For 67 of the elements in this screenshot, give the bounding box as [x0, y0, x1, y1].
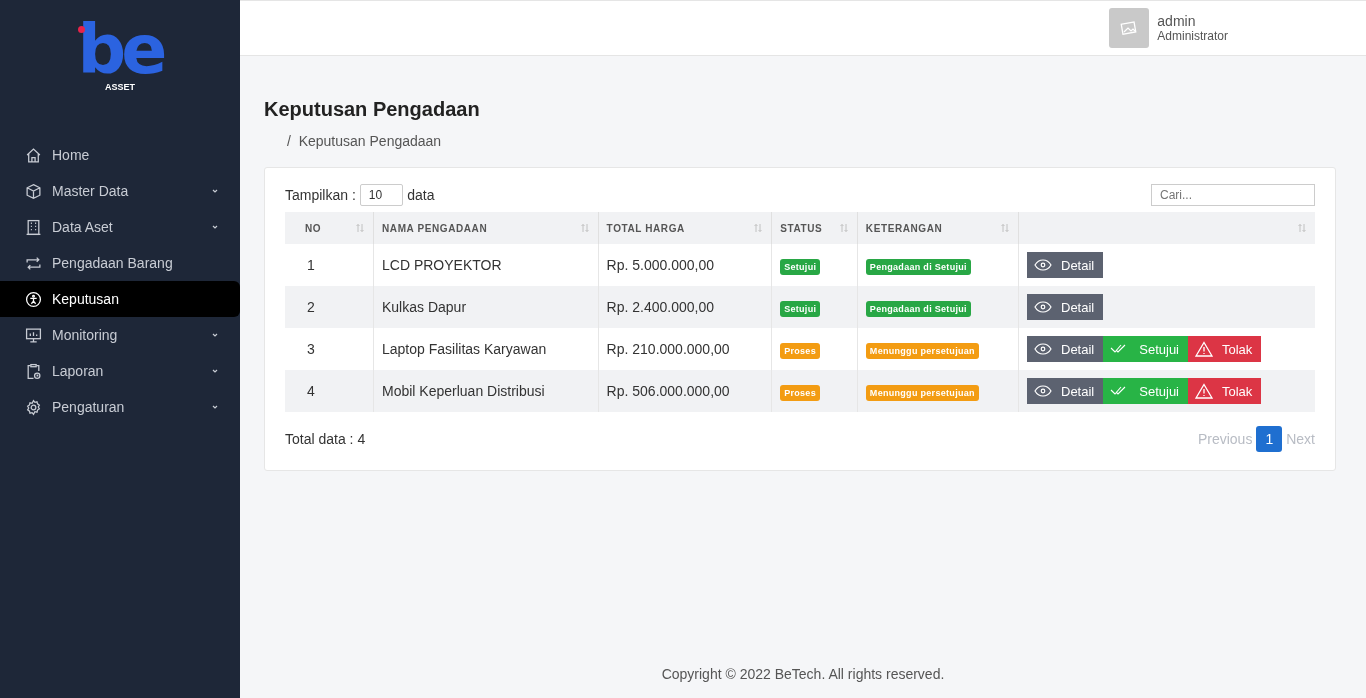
sort-icon — [753, 223, 764, 233]
home-icon — [25, 146, 42, 164]
detail-button[interactable]: Detail — [1027, 336, 1104, 362]
warning-icon — [1195, 341, 1213, 357]
sidebar-item[interactable]: Laporan — [0, 353, 240, 389]
page-title: Keputusan Pengadaan — [264, 98, 481, 121]
note-badge: Menunggu persetujuan — [865, 343, 979, 359]
show-suffix: data — [407, 187, 435, 203]
page-size-select[interactable]: 10 — [359, 184, 404, 206]
note-badge: Menunggu persetujuan — [865, 385, 979, 401]
show-label: Tampilkan : — [285, 187, 356, 203]
table-cell: Mobil Keperluan Distribusi — [373, 370, 599, 412]
logo-mark: be — [77, 22, 163, 78]
eye-icon — [1034, 385, 1052, 397]
sort-icon — [838, 223, 849, 233]
sort-icon — [1297, 223, 1307, 233]
eye-icon — [1034, 343, 1052, 355]
table-cell: 2 — [285, 286, 374, 328]
eye-icon — [1034, 259, 1052, 271]
sidebar-item[interactable]: Monitoring — [0, 317, 240, 353]
monitor-icon — [25, 326, 42, 344]
table-cell: 4 — [285, 370, 374, 412]
sort-icon — [355, 223, 365, 233]
reject-button[interactable]: Tolak — [1188, 336, 1262, 362]
search-field[interactable]: Cari... — [1151, 184, 1315, 206]
detail-button[interactable]: Detail — [1027, 294, 1104, 320]
column-header[interactable]: STATUS — [771, 212, 858, 244]
eye-icon — [1034, 301, 1052, 313]
status-badge: Proses — [780, 385, 820, 401]
table-cell: 3 — [285, 328, 374, 370]
sidebar-item[interactable]: Keputusan — [0, 281, 240, 317]
sidebar-item[interactable]: Home — [0, 137, 240, 173]
breadcrumb: / Keputusan Pengadaan — [287, 133, 443, 149]
table-cell: Kulkas Dapur — [373, 286, 599, 328]
status-badge: Setujui — [780, 259, 821, 275]
sort-icon — [1000, 223, 1010, 233]
warning-icon — [1195, 383, 1213, 399]
detail-button[interactable]: Detail — [1027, 378, 1104, 404]
gear-icon — [25, 398, 42, 416]
table-cell: 1 — [285, 244, 374, 286]
sidebar-item[interactable]: Data Aset — [0, 209, 240, 245]
note-badge: Pengadaan di Setujui — [865, 301, 971, 317]
sidebar-item[interactable]: Pengadaan Barang — [0, 245, 240, 281]
table-cell: Rp. 2.400.000,00 — [598, 286, 772, 328]
sidebar-item[interactable]: Pengaturan — [0, 389, 240, 425]
person-icon — [25, 290, 42, 308]
column-header[interactable]: NO — [285, 212, 374, 244]
sidebar-item[interactable]: Master Data — [0, 173, 240, 209]
sort-icon — [579, 223, 590, 233]
column-header[interactable]: NAMA PENGADAAN — [373, 212, 599, 244]
status-badge: Proses — [780, 343, 820, 359]
detail-button[interactable]: Detail — [1027, 252, 1104, 278]
note-badge: Pengadaan di Setujui — [865, 259, 971, 275]
user-role: Administrator — [1157, 29, 1228, 43]
page-number[interactable]: 1 — [1256, 426, 1283, 452]
user-name: admin — [1157, 13, 1197, 29]
status-badge: Setujui — [780, 301, 821, 317]
column-header[interactable]: TOTAL HARGA — [598, 212, 772, 244]
table-cell: Rp. 506.000.000,00 — [598, 370, 772, 412]
building-icon — [25, 218, 42, 236]
column-header[interactable]: KETERANGAN — [857, 212, 1019, 244]
logo-caption: ASSET — [105, 82, 135, 92]
clipboard-icon — [25, 362, 42, 380]
reject-button[interactable]: Tolak — [1188, 378, 1262, 404]
box-icon — [25, 182, 42, 200]
copyright-text: Copyright © 2022 BeTech. All rights reserved. — [661, 666, 945, 682]
total-count: Total data : 4 — [285, 431, 366, 447]
